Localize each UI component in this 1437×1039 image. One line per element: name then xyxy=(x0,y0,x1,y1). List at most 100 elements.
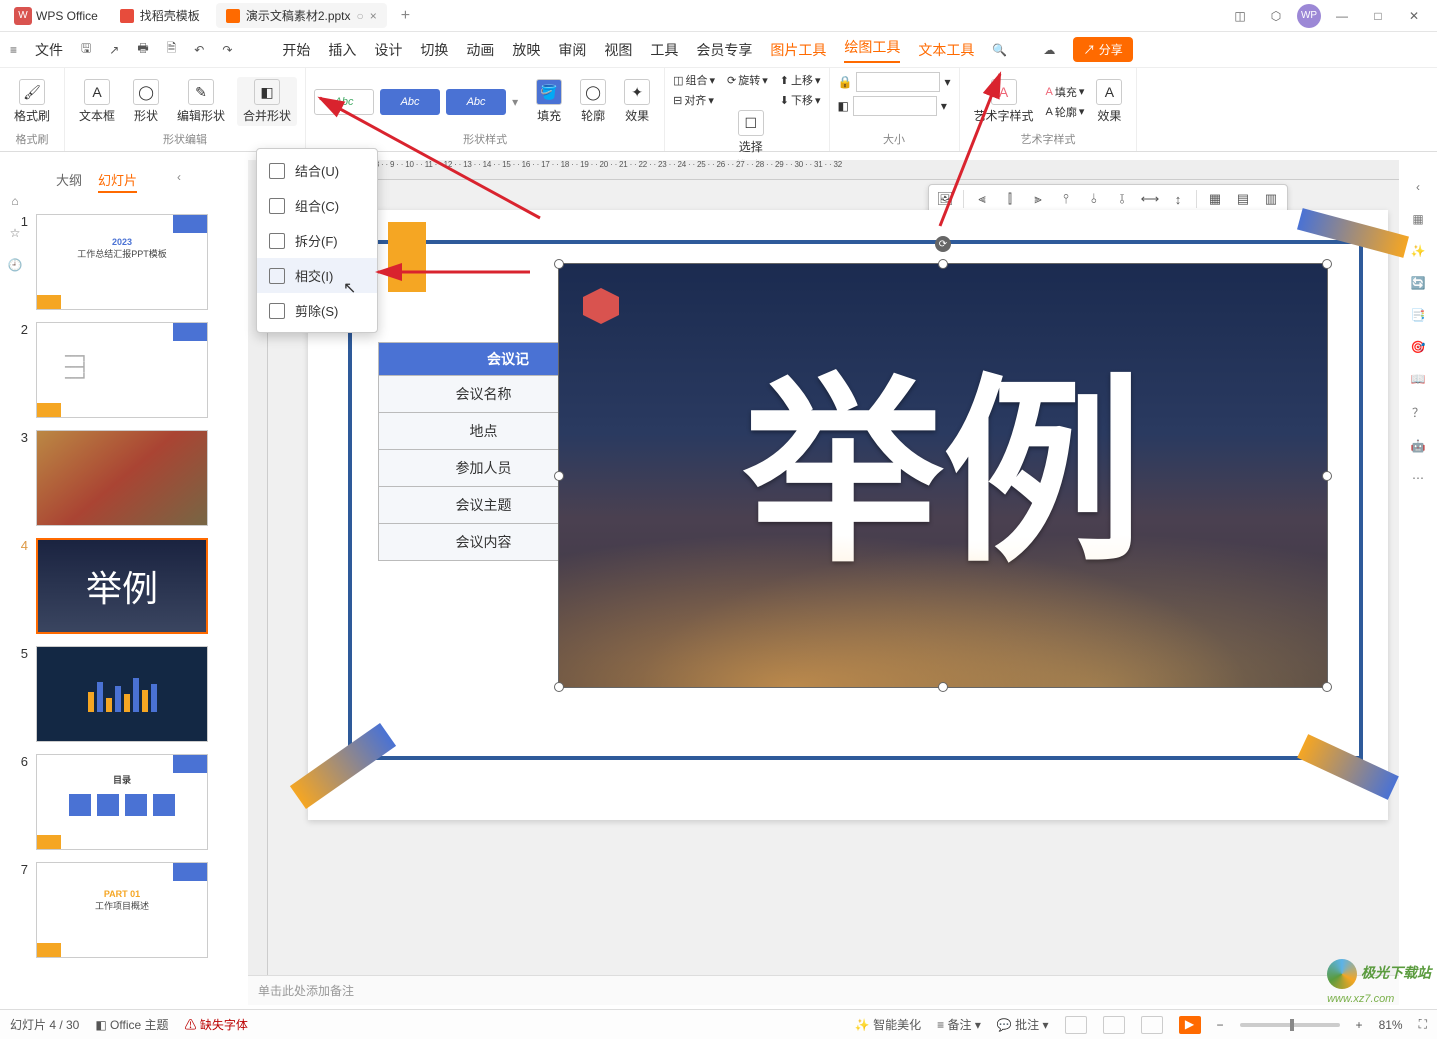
effects-button[interactable]: ✦效果 xyxy=(618,77,656,126)
text-fill-button[interactable]: A 填充 ▾ xyxy=(1046,84,1085,100)
menu-file[interactable]: 文件 xyxy=(35,40,63,60)
chevron-left-icon[interactable]: ‹ xyxy=(1416,180,1420,194)
style-more-icon[interactable]: ▾ xyxy=(512,95,518,109)
dd-subtract[interactable]: 剪除(S) xyxy=(257,293,377,328)
align-bottom-icon[interactable]: ⫱ xyxy=(1112,189,1132,209)
theme-label[interactable]: ◧ Office 主题 xyxy=(95,1016,168,1033)
height-input[interactable] xyxy=(856,72,940,92)
thumb-6[interactable]: 目录 xyxy=(36,754,208,850)
book-icon[interactable]: 📖 xyxy=(1411,372,1426,386)
cube-icon[interactable]: ⬡ xyxy=(1261,2,1291,30)
play-button[interactable]: ▶ xyxy=(1179,1016,1201,1034)
combine-button[interactable]: ◫ 组合 ▾ xyxy=(673,72,715,88)
handle-tl[interactable] xyxy=(554,259,564,269)
distribute-h-icon[interactable]: ⟷ xyxy=(1140,189,1160,209)
thumb-5[interactable] xyxy=(36,646,208,742)
menu-tools[interactable]: 工具 xyxy=(650,40,678,60)
thumb-7[interactable]: PART 01工作项目概述 xyxy=(36,862,208,958)
save-icon[interactable]: 🖫 xyxy=(81,39,91,60)
tab-outline[interactable]: 大纲 xyxy=(56,170,82,193)
layout-3-icon[interactable]: ▥ xyxy=(1261,189,1281,209)
art-style-button[interactable]: A艺术字样式 xyxy=(968,77,1040,126)
rotate-handle[interactable]: ⟳ xyxy=(935,236,951,252)
thumb-1[interactable]: 2023工作总结汇报PPT模板 xyxy=(36,214,208,310)
dd-intersect[interactable]: 相交(I) xyxy=(257,258,377,293)
handle-tr[interactable] xyxy=(1322,259,1332,269)
add-slide-button[interactable]: + xyxy=(14,970,220,974)
shape-button[interactable]: ◯形状 xyxy=(127,77,165,126)
menu-vip[interactable]: 会员专享 xyxy=(696,40,752,60)
robot-icon[interactable]: 🤖 xyxy=(1411,439,1426,453)
align-button[interactable]: ⊟ 对齐 ▾ xyxy=(673,92,715,108)
width-input[interactable] xyxy=(853,96,937,116)
menu-view[interactable]: 视图 xyxy=(604,40,632,60)
handle-bm[interactable] xyxy=(938,682,948,692)
target-icon[interactable]: 🎯 xyxy=(1411,340,1426,354)
merge-shape-button[interactable]: ◧合并形状 xyxy=(237,77,297,126)
menu-transition[interactable]: 切换 xyxy=(420,40,448,60)
handle-ml[interactable] xyxy=(554,471,564,481)
zoom-out-button[interactable]: − xyxy=(1217,1018,1224,1032)
fit-icon[interactable]: ⛶ xyxy=(1419,1017,1427,1032)
menu-start[interactable]: 开始 xyxy=(282,40,310,60)
dd-split[interactable]: 拆分(F) xyxy=(257,223,377,258)
view-reading-icon[interactable] xyxy=(1141,1016,1163,1034)
minimize-icon[interactable]: — xyxy=(1327,2,1357,30)
view-normal-icon[interactable] xyxy=(1065,1016,1087,1034)
sparkle-icon[interactable]: ✨ xyxy=(1411,244,1426,258)
view-sorter-icon[interactable] xyxy=(1103,1016,1125,1034)
layers-icon[interactable]: 📑 xyxy=(1411,308,1426,322)
align-right-icon[interactable]: ⫸ xyxy=(1028,189,1048,209)
cloud-icon[interactable]: ☁ xyxy=(1043,43,1055,57)
menu-insert[interactable]: 插入 xyxy=(328,40,356,60)
lock-icon[interactable]: 🔒 xyxy=(838,75,853,89)
format-painter-button[interactable]: 🖌格式刷 xyxy=(8,77,56,126)
text-outline-button[interactable]: A 轮廓 ▾ xyxy=(1046,104,1085,120)
redo-icon[interactable]: ↷ xyxy=(222,43,232,57)
hamburger-icon[interactable]: ≡ xyxy=(10,43,17,57)
text-effects-button[interactable]: A效果 xyxy=(1090,77,1128,126)
handle-mr[interactable] xyxy=(1322,471,1332,481)
dd-group[interactable]: 组合(C) xyxy=(257,188,377,223)
missing-font-warning[interactable]: ⚠ 缺失字体 xyxy=(185,1016,248,1033)
move-down-button[interactable]: ⬇ 下移 ▾ xyxy=(780,92,821,108)
home-icon[interactable]: ⌂ xyxy=(11,194,18,208)
shape-style-1[interactable]: Abc xyxy=(314,89,374,115)
tab-draw-tools[interactable]: 绘图工具 xyxy=(844,37,900,63)
preview-icon[interactable]: 🗎 xyxy=(167,39,177,60)
add-tab-icon[interactable]: + xyxy=(393,7,418,25)
select-button[interactable]: ☐选择 xyxy=(732,108,770,157)
selected-image[interactable]: 举例 ⟳ xyxy=(558,263,1328,688)
edit-shape-button[interactable]: ✎编辑形状 xyxy=(171,77,231,126)
distribute-v-icon[interactable]: ↕ xyxy=(1168,189,1188,209)
comments-toggle[interactable]: 💬 批注 ▾ xyxy=(997,1016,1049,1033)
thumb-3[interactable] xyxy=(36,430,208,526)
layout-1-icon[interactable]: ▦ xyxy=(1205,189,1225,209)
align-left-icon[interactable]: ⫷ xyxy=(972,189,992,209)
tab-text-tools[interactable]: 文本工具 xyxy=(918,40,974,60)
menu-slideshow[interactable]: 放映 xyxy=(512,40,540,60)
grid-icon[interactable]: ▦ xyxy=(1412,212,1423,226)
shape-style-2[interactable]: Abc xyxy=(380,89,440,115)
align-middle-v-icon[interactable]: ⫰ xyxy=(1084,189,1104,209)
handle-bl[interactable] xyxy=(554,682,564,692)
rotate-button[interactable]: ⟳ 旋转 ▾ xyxy=(727,72,768,88)
collapse-icon[interactable]: ‹ xyxy=(177,170,181,193)
slide-canvas[interactable]: 会议记 会议名称 地点 参加人员 会议主题 会议内容 举例 ⟳ xyxy=(308,210,1388,820)
share-button[interactable]: ↗ 分享 xyxy=(1073,37,1132,62)
tb-image-icon[interactable]: 🖼 xyxy=(935,189,955,209)
close-icon[interactable]: ✕ xyxy=(1399,2,1429,30)
cycle-icon[interactable]: 🔄 xyxy=(1411,276,1426,290)
tab-image-tools[interactable]: 图片工具 xyxy=(770,40,826,60)
layout-icon[interactable]: ◫ xyxy=(1225,2,1255,30)
shape-style-3[interactable]: Abc xyxy=(446,89,506,115)
zoom-in-button[interactable]: + xyxy=(1356,1018,1363,1032)
layout-2-icon[interactable]: ▤ xyxy=(1233,189,1253,209)
help-icon[interactable]: ？ xyxy=(1412,404,1424,421)
menu-design[interactable]: 设计 xyxy=(374,40,402,60)
handle-br[interactable] xyxy=(1322,682,1332,692)
export-icon[interactable]: ↗ xyxy=(109,43,119,57)
zoom-slider[interactable] xyxy=(1240,1023,1340,1027)
tab-document[interactable]: 演示文稿素材2.pptx ○ × xyxy=(216,3,387,28)
align-top-icon[interactable]: ⫯ xyxy=(1056,189,1076,209)
